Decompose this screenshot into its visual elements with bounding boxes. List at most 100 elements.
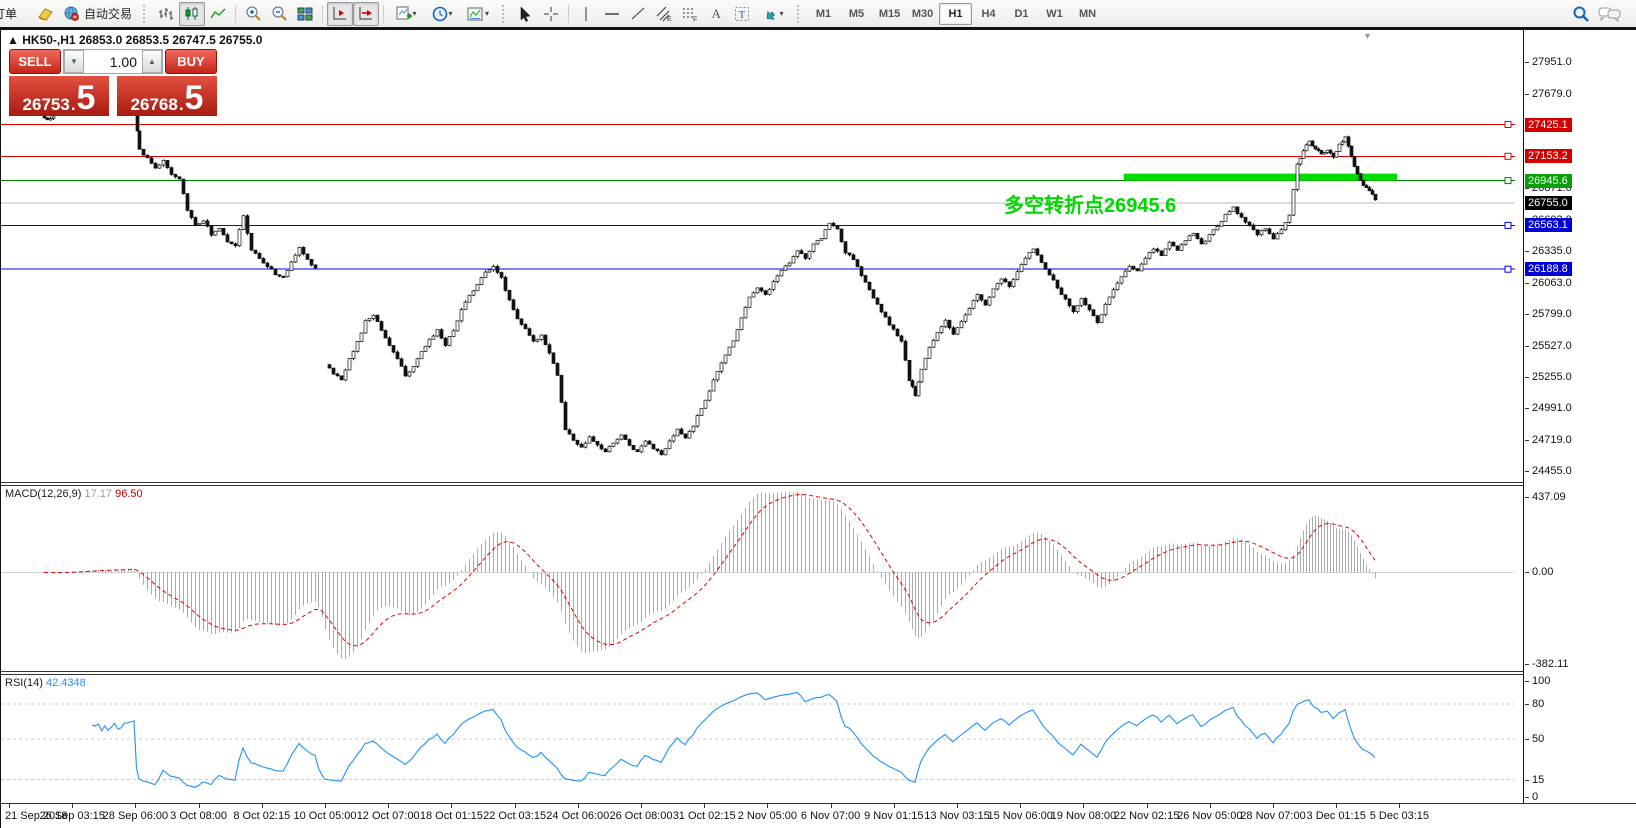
time-tick (135, 804, 136, 808)
timeframe-w1-button[interactable]: W1 (1038, 3, 1071, 25)
notebook-icon[interactable] (32, 2, 58, 26)
time-tick-label: 15 Nov 06:00 (987, 810, 1052, 822)
price-chart-panel[interactable] (1, 33, 1523, 482)
period-selector-button[interactable]: ▾ (424, 2, 460, 26)
horizontal-line-tool-icon[interactable] (599, 2, 625, 26)
time-tick-label: 28 Nov 07:00 (1240, 810, 1305, 822)
sell-price-pip: 5 (77, 85, 96, 113)
timeframe-d1-button[interactable]: D1 (1005, 3, 1038, 25)
ohlc-values: 26853.0 26853.5 26747.5 26755.0 (79, 33, 263, 47)
volume-value[interactable]: 1.00 (84, 50, 142, 73)
cursor-tool-icon[interactable] (512, 2, 538, 26)
zoom-in-icon[interactable] (240, 2, 266, 26)
zoom-out-icon[interactable] (266, 2, 292, 26)
search-icon[interactable] (1568, 2, 1594, 26)
time-tick-label: 2 Nov 05:00 (738, 810, 797, 822)
sell-button[interactable]: SELL (9, 49, 61, 74)
panel-divider[interactable] (1, 482, 1636, 483)
time-tick (1210, 804, 1211, 808)
chart-autoscroll-icon[interactable] (353, 2, 379, 26)
fibonacci-tool-icon[interactable]: F (677, 2, 703, 26)
price-line-label: 26188.8 (1525, 262, 1572, 276)
macd-axis-label: 437.09 (1532, 491, 1566, 503)
time-axis[interactable]: 21 Sep 201826 Sep 03:1528 Sep 06:003 Oct… (1, 804, 1636, 828)
timeframe-h4-button[interactable]: H4 (972, 3, 1005, 25)
toolbar-grip (502, 5, 508, 23)
text-label-tool-icon[interactable]: T (729, 2, 755, 26)
buy-price-main: 26768 (131, 96, 178, 113)
macd-panel[interactable]: MACD(12,26,9) 17.17 96.50 (1, 486, 1523, 671)
time-tick (1147, 804, 1148, 808)
new-chart-button[interactable]: ▾ (388, 2, 424, 26)
time-tick-label: 8 Oct 02:15 (233, 810, 290, 822)
trendline-tool-icon[interactable] (625, 2, 651, 26)
timeframe-mn-button[interactable]: MN (1071, 3, 1104, 25)
svg-text:F: F (693, 16, 697, 22)
volume-field: ▼ 1.00 ▲ (63, 49, 163, 74)
timeframe-m5-button[interactable]: M5 (840, 3, 873, 25)
time-tick (1020, 804, 1021, 808)
new-order-button[interactable]: 订单 (0, 5, 32, 23)
chart-shift-icon[interactable] (327, 2, 353, 26)
toolbar-separator (568, 5, 569, 23)
time-tick-label: 5 Dec 03:15 (1370, 810, 1429, 822)
time-tick-label: 31 Oct 02:15 (673, 810, 736, 822)
symbol-marker-icon: ▲ (7, 33, 19, 47)
price-line-label: 26755.0 (1525, 196, 1572, 210)
arrows-tool-button[interactable]: ▾ (755, 2, 791, 26)
price-line-label: 26563.1 (1525, 218, 1572, 232)
time-tick (451, 804, 452, 808)
time-tick (1336, 804, 1337, 808)
text-tool-icon[interactable]: A (703, 2, 729, 26)
timeframe-group: M1M5M15M30H1H4D1W1MN (807, 3, 1104, 25)
time-tick (9, 804, 10, 808)
candlestick-chart[interactable] (1, 33, 1523, 482)
macd-label: MACD(12,26,9) 17.17 96.50 (5, 488, 143, 500)
autotrade-globe-icon (63, 6, 80, 22)
price-tick-label: 25799.0 (1532, 308, 1572, 320)
equidistant-channel-tool-icon[interactable]: E (651, 2, 677, 26)
rsi-panel[interactable]: RSI(14) 42.4348 (1, 675, 1523, 803)
price-axis[interactable]: 27951.027679.027407.027139.026871.026603… (1524, 30, 1636, 803)
rsi-chart[interactable] (1, 675, 1523, 803)
price-tick-label: 25255.0 (1532, 371, 1572, 383)
rsi-label: RSI(14) 42.4348 (5, 677, 86, 689)
volume-decrease-button[interactable]: ▼ (64, 50, 84, 73)
vertical-line-tool-icon[interactable] (573, 2, 599, 26)
panel-divider[interactable] (1, 671, 1636, 672)
buy-button[interactable]: BUY (165, 49, 217, 74)
time-tick (894, 804, 895, 808)
price-tick-label: 24991.0 (1532, 402, 1572, 414)
svg-text:E: E (667, 16, 672, 22)
time-tick-label: 26 Nov 05:00 (1177, 810, 1242, 822)
timeframe-m30-button[interactable]: M30 (906, 3, 939, 25)
time-tick-label: 26 Oct 08:00 (610, 810, 673, 822)
time-tick-label: 18 Oct 01:15 (420, 810, 483, 822)
autotrade-button[interactable]: 自动交易 (58, 2, 137, 26)
line-chart-mode-icon[interactable] (205, 2, 231, 26)
bar-chart-mode-icon[interactable] (153, 2, 179, 26)
time-tick (831, 804, 832, 808)
new-chart-caret-icon: ▾ (413, 9, 417, 18)
time-tick-label: 22 Oct 03:15 (483, 810, 546, 822)
symbol-period-label: HK50-,H1 (22, 33, 75, 47)
period-caret-icon: ▾ (449, 9, 453, 18)
price-tick-label: 27679.0 (1532, 88, 1572, 100)
timeframe-m15-button[interactable]: M15 (873, 3, 906, 25)
tile-windows-icon[interactable] (292, 2, 318, 26)
volume-increase-button[interactable]: ▲ (142, 50, 162, 73)
candlestick-mode-icon[interactable] (179, 2, 205, 26)
chart-template-button[interactable]: ▾ (460, 2, 496, 26)
timeframe-h1-button[interactable]: H1 (939, 3, 972, 25)
crosshair-tool-icon[interactable] (538, 2, 564, 26)
macd-value: 17.17 (84, 488, 112, 500)
rsi-axis-label: 80 (1532, 698, 1544, 710)
timeframe-m1-button[interactable]: M1 (807, 3, 840, 25)
macd-chart[interactable] (1, 486, 1523, 671)
scroll-end-marker-icon[interactable]: ▼ (1363, 31, 1372, 41)
sell-price-display[interactable]: 26753.5 (9, 76, 109, 116)
svg-text:T: T (739, 9, 746, 21)
chat-icon[interactable] (1594, 2, 1626, 26)
buy-price-display[interactable]: 26768.5 (117, 76, 217, 116)
toolbar-separator (383, 5, 384, 23)
